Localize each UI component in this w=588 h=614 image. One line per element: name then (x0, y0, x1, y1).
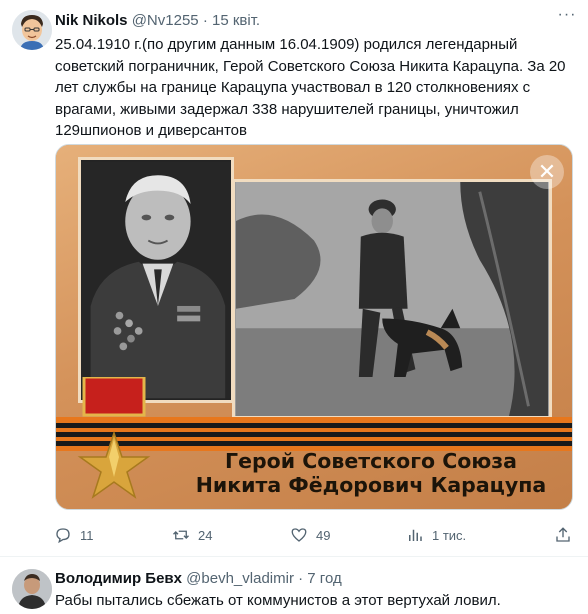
tweet-image[interactable]: Герой Советского Союза Никита Фёдорович … (55, 144, 573, 510)
share-icon[interactable] (554, 526, 572, 544)
author-handle[interactable]: @Nv1255 (132, 12, 199, 29)
author-name[interactable]: Nik Nikols (55, 12, 128, 29)
separator-dot: · (202, 12, 208, 29)
field-photo (232, 179, 552, 419)
repost-icon (173, 530, 189, 540)
tweet-date[interactable]: 15 квіт. (212, 12, 260, 29)
avatar-memoji (12, 10, 52, 50)
reply-author-name[interactable]: Володимир Бевх (55, 570, 182, 587)
reply-tweet[interactable]: Володимир Бевх @bevh_vladimir · 7 год Ра… (0, 557, 588, 614)
like-count: 49 (316, 527, 331, 543)
like-button[interactable]: 49 (290, 524, 330, 546)
avatar[interactable] (12, 10, 52, 50)
gold-star-medal (77, 377, 151, 499)
tweet-actions: 11 24 49 1 тис. (54, 524, 576, 546)
reply-avatar[interactable] (12, 569, 52, 609)
reply-button[interactable]: 11 (54, 524, 94, 546)
reply-author-handle[interactable]: @bevh_vladimir (186, 570, 294, 587)
tweet-header: Nik Nikols @Nv1255 · 15 квіт. (55, 12, 260, 30)
caption-line-2: Никита Фёдорович Карацупа (195, 473, 547, 497)
reply-header: Володимир Бевх @bevh_vladimir · 7 год (55, 570, 342, 588)
close-icon[interactable]: ✕ (530, 155, 564, 189)
repost-button[interactable]: 24 (172, 524, 212, 546)
views-icon (409, 529, 422, 541)
reply-date[interactable]: 7 год (307, 570, 341, 587)
views-button[interactable]: 1 тис. (406, 524, 466, 546)
portrait-photo (78, 157, 234, 403)
tweet: Nik Nikols @Nv1255 · 15 квіт. ··· 25.04.… (0, 0, 588, 560)
image-caption: Герой Советского Союза Никита Фёдорович … (176, 449, 566, 497)
repost-count: 24 (198, 527, 213, 543)
reply-separator-dot: · (298, 570, 304, 587)
reply-avatar-photo (12, 569, 52, 609)
views-count: 1 тис. (432, 527, 467, 543)
reply-text: Рабы пытались сбежать от коммунистов а э… (55, 592, 501, 609)
reply-count: 11 (80, 527, 94, 543)
like-icon (291, 528, 307, 542)
more-icon[interactable]: ··· (556, 7, 578, 26)
caption-line-1: Герой Советского Союза (225, 449, 517, 473)
reply-icon (56, 528, 70, 544)
tweet-text: 25.04.1910 г.(по другим данным 16.04.190… (55, 36, 566, 139)
